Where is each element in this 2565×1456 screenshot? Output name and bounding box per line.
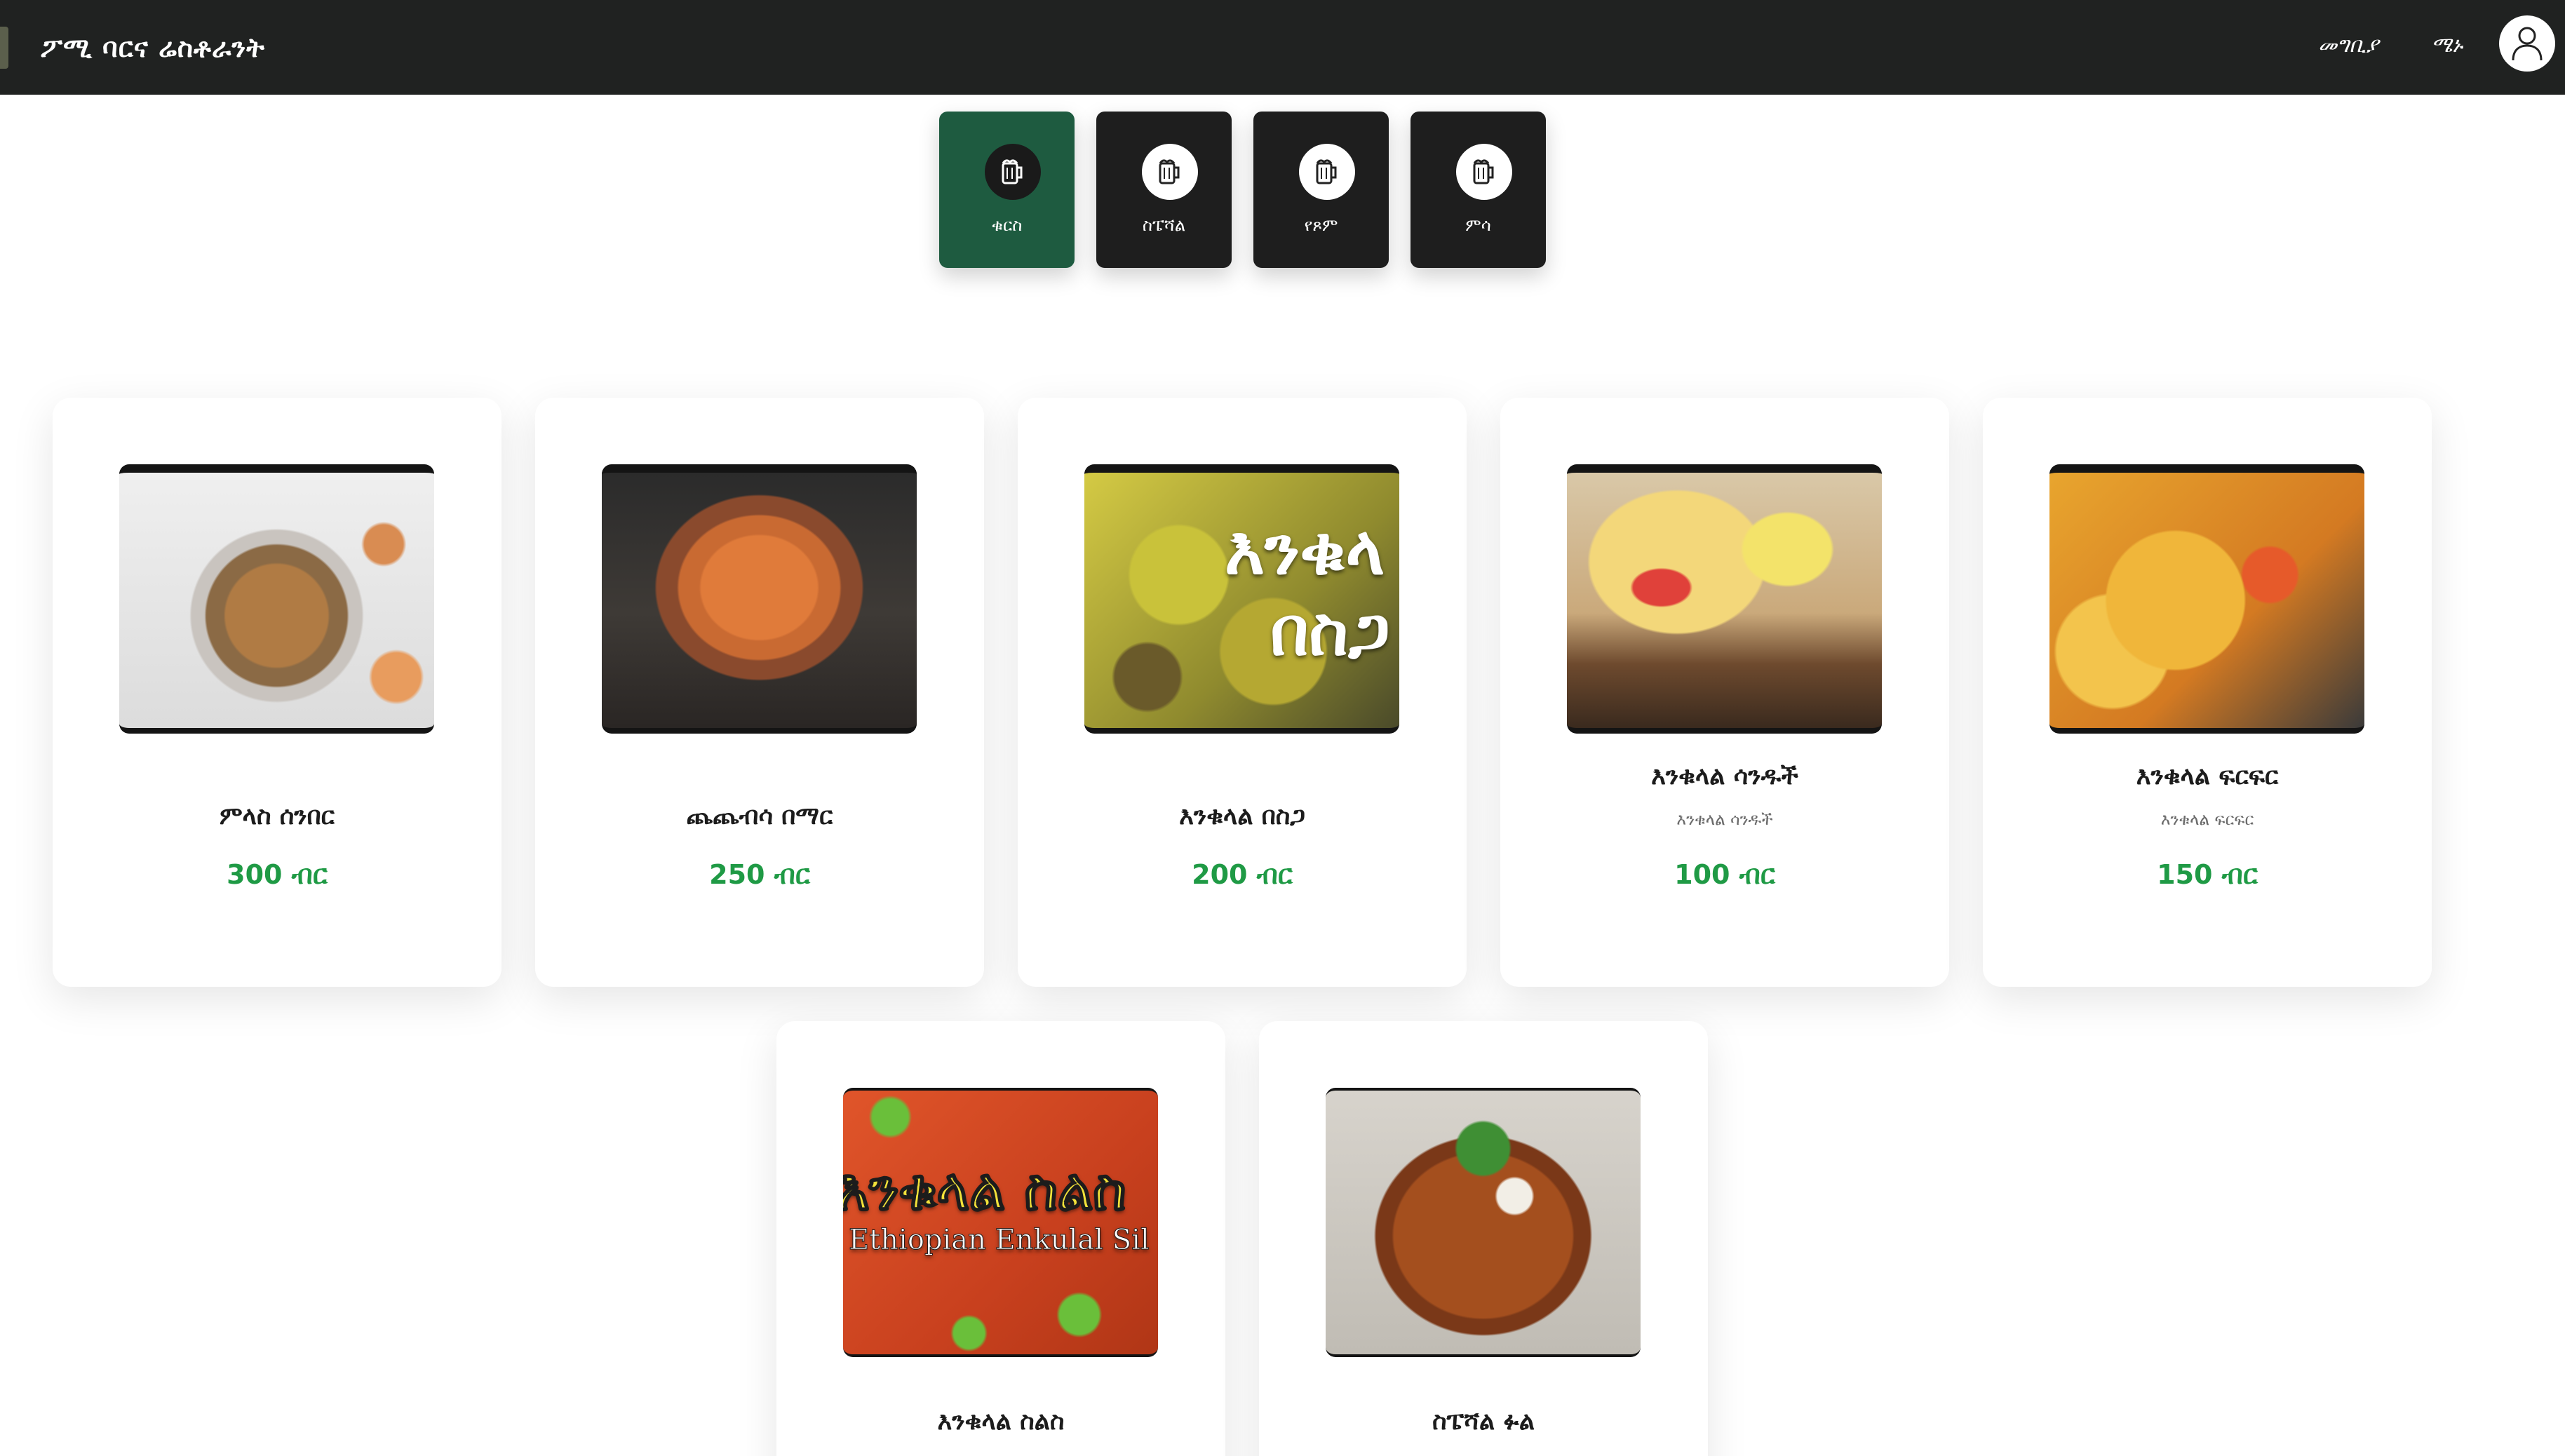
product-name: እንቁላል ስልስ	[937, 1408, 1065, 1436]
image-caption: Ethiopian Enkulal Sil	[849, 1224, 1150, 1257]
product-price: 200 ብር	[1192, 859, 1293, 890]
brand-title[interactable]: ፖሚ ባርና ሬስቶራንት	[41, 27, 265, 69]
product-image	[2049, 464, 2364, 734]
product-name: ጨጨብሳ በማር	[686, 802, 833, 830]
beer-mug-icon	[1456, 144, 1512, 200]
product-price: 300 ብር	[227, 859, 328, 890]
nav-link-menu[interactable]: ሜኑ	[2431, 28, 2463, 63]
product-card[interactable]: እንቁላል ፍርፍር እንቁላል ፍርፍር 150 ብር	[1983, 398, 2432, 987]
user-icon	[2512, 27, 2543, 61]
category-tab-fasting[interactable]: የጾም	[1253, 112, 1389, 268]
category-tab-lunch[interactable]: ምሳ	[1411, 112, 1546, 268]
category-tab-special[interactable]: ስፔሻል	[1096, 112, 1232, 268]
product-card[interactable]: እንቁላል ሳንዱች እንቁላል ሳንዱች 100 ብር	[1500, 398, 1949, 987]
category-label: የጾም	[1304, 215, 1338, 235]
beer-mug-icon	[1299, 144, 1355, 200]
product-card[interactable]: እንቁላ በስጋ እንቁላል በስጋ 200 ብር	[1018, 398, 1467, 987]
product-name: ምላስ ሰንበር	[219, 802, 335, 830]
product-image	[1326, 1088, 1641, 1357]
top-navbar: ፖሚ ባርና ሬስቶራንት መግቢያ ሜኑ	[0, 0, 2565, 95]
product-description: እንቁላል ሳንዱች	[1676, 811, 1773, 829]
image-caption: እንቁላል ስልስ	[843, 1157, 1127, 1224]
product-price: 250 ብር	[709, 859, 810, 890]
product-card[interactable]: ምላስ ሰንበር 300 ብር	[53, 398, 501, 987]
image-caption: በስጋ	[1270, 592, 1390, 670]
product-name: ስፔሻል ፉል	[1432, 1408, 1535, 1436]
product-name: እንቁላል በስጋ	[1179, 802, 1305, 830]
image-caption: እንቁላ	[1225, 511, 1385, 590]
category-tab-breakfast[interactable]: ቁርስ	[939, 112, 1075, 268]
product-name: እንቁላል ፍርፍር	[2136, 762, 2279, 790]
product-price: 100 ብር	[1674, 859, 1775, 890]
product-price: 150 ብር	[2157, 859, 2258, 890]
nav-link-home[interactable]: መግቢያ	[2318, 28, 2378, 63]
beer-mug-icon	[985, 144, 1041, 200]
product-image: እንቁላ በስጋ	[1084, 464, 1399, 734]
beer-mug-icon	[1142, 144, 1198, 200]
product-name: እንቁላል ሳንዱች	[1651, 762, 1798, 790]
product-description: እንቁላል ፍርፍር	[2160, 811, 2254, 829]
category-label: ስፔሻል	[1142, 215, 1186, 235]
profile-avatar[interactable]	[2499, 15, 2555, 72]
product-card[interactable]: ጨጨብሳ በማር 250 ብር	[535, 398, 984, 987]
product-image	[602, 464, 917, 734]
product-image	[1567, 464, 1882, 734]
product-image	[119, 464, 434, 734]
product-card[interactable]: እንቁላል ስልስ Ethiopian Enkulal Sil እንቁላል ስል…	[776, 1021, 1225, 1456]
brand-logo-icon[interactable]	[0, 27, 8, 69]
product-image: እንቁላል ስልስ Ethiopian Enkulal Sil	[843, 1088, 1158, 1357]
category-label: ምሳ	[1465, 215, 1491, 235]
category-label: ቁርስ	[991, 215, 1023, 235]
product-card[interactable]: ስፔሻል ፉል	[1259, 1021, 1708, 1456]
